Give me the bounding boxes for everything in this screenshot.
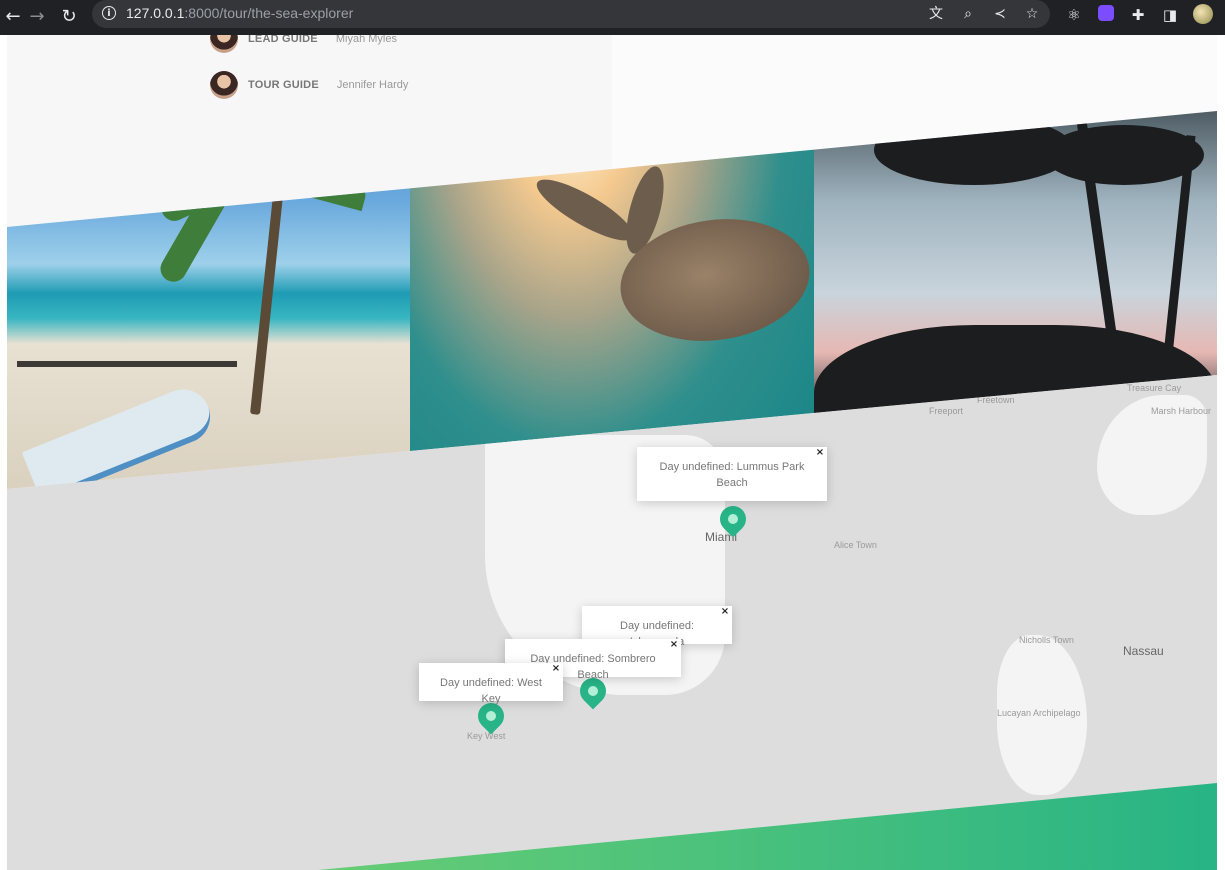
close-icon[interactable]: × (720, 607, 730, 617)
guide-item: TOUR GUIDE Jennifer Hardy (210, 70, 408, 100)
url-path: :8000/tour/the-sea-explorer (184, 5, 354, 21)
map-popup: Day undefined: West Key × (419, 663, 563, 705)
guide-name: Miyah Myles (335, 35, 397, 45)
guide-avatar (210, 71, 238, 99)
share-icon[interactable]: ≺ (990, 4, 1010, 24)
profile-avatar[interactable] (1193, 4, 1213, 24)
guide-avatar (210, 35, 238, 53)
reload-icon[interactable]: ↻ (56, 4, 82, 30)
map-label-nicholls-town: Nicholls Town (1019, 635, 1074, 645)
url-host: 127.0.0.1 (126, 5, 185, 21)
map-label-marsh-harbour: Marsh Harbour (1151, 406, 1212, 416)
guide-item: LEAD GUIDE Miyah Myles (210, 35, 397, 54)
pier-shape (17, 361, 237, 367)
guide-role: LEAD GUIDE (248, 35, 318, 45)
url-text[interactable]: 127.0.0.1:8000/tour/the-sea-explorer (126, 5, 353, 21)
close-icon[interactable]: × (815, 448, 825, 458)
map-popup: Day undefined: Lummus Park Beach × (637, 447, 827, 501)
extension-icon[interactable] (1098, 5, 1114, 21)
map-label-nassau: Nassau (1123, 644, 1164, 658)
map-label-alice-town: Alice Town (834, 540, 877, 550)
map-label-key-west: Key West (467, 731, 506, 741)
map-popup-text: Day undefined: Lummus Park Beach (659, 461, 805, 489)
translate-icon[interactable]: 文 (926, 4, 946, 24)
guide-name: Jennifer Hardy (336, 79, 409, 91)
side-panel-icon[interactable]: ◨ (1160, 5, 1180, 25)
turtle-fin (529, 169, 641, 251)
map-label-lucayan-archipelago: Lucayan Archipelago (997, 708, 1081, 718)
tour-page: LEAD GUIDE Miyah Myles TOUR GUIDE Jennif… (7, 35, 1217, 870)
map-label-freeport: Freeport (929, 406, 964, 416)
bookmark-star-icon[interactable]: ☆ (1022, 4, 1042, 24)
forward-icon[interactable]: → (24, 4, 50, 30)
map-popup-text: Day undefined: West Key (440, 677, 542, 705)
site-info-icon[interactable]: i (102, 6, 116, 20)
extensions-puzzle-icon[interactable]: ✚ (1128, 5, 1148, 25)
back-icon[interactable]: ← (0, 4, 26, 30)
palm-trunk (250, 185, 284, 415)
browser-toolbar: ← → ↻ i 127.0.0.1:8000/tour/the-sea-expl… (0, 0, 1225, 35)
map-label-treasure-cay: Treasure Cay (1127, 383, 1182, 393)
address-bar[interactable]: i 127.0.0.1:8000/tour/the-sea-explorer 文… (92, 0, 1050, 28)
guide-role: TOUR GUIDE (248, 79, 319, 91)
close-icon[interactable]: × (551, 664, 561, 674)
palm-silhouette (1044, 125, 1204, 185)
zoom-icon[interactable]: ⌕ (958, 4, 978, 24)
react-devtools-icon[interactable]: ⚛ (1064, 5, 1084, 25)
close-icon[interactable]: × (669, 640, 679, 650)
